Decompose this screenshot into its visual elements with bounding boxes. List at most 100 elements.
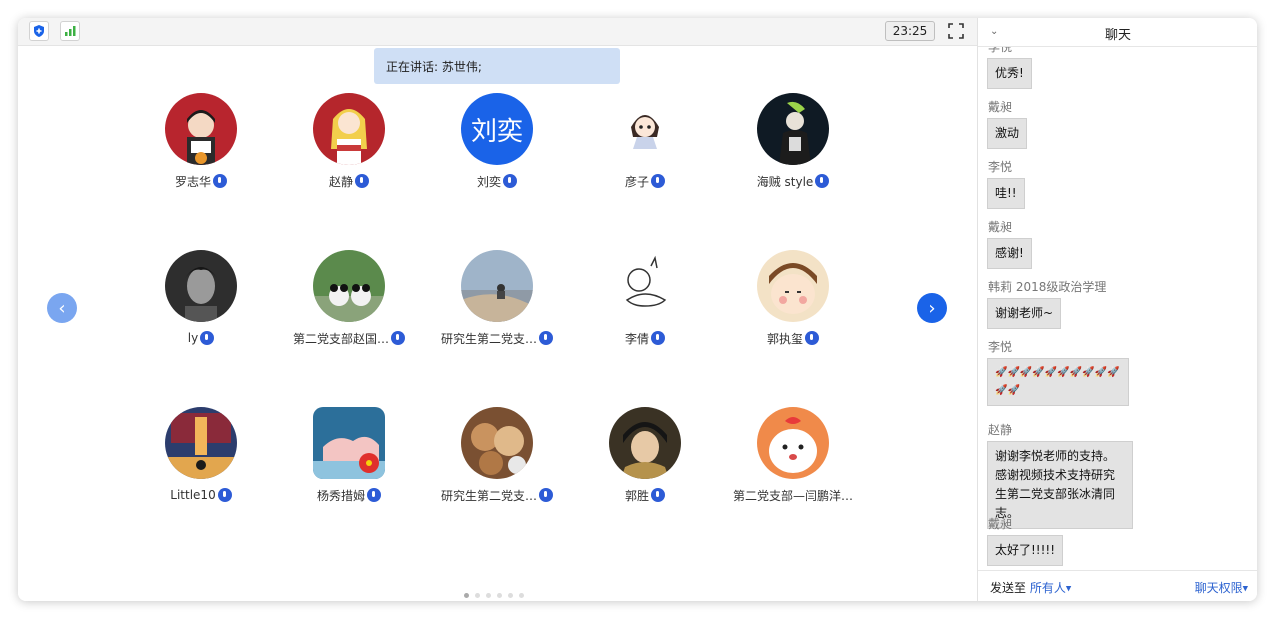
send-to-label: 发送至	[990, 581, 1027, 595]
chat-message: 戴昶 感谢!	[978, 218, 1032, 269]
page-dot[interactable]	[519, 593, 524, 598]
chat-message: 戴昶 太好了!!!!!	[978, 515, 1064, 566]
caret-down-icon: ▼	[1242, 584, 1248, 593]
participant-tile[interactable]: 杨秀措姆	[274, 407, 424, 503]
participant-tile[interactable]: 李倩	[570, 250, 720, 346]
page-dot[interactable]	[486, 593, 491, 598]
microphone-icon	[539, 488, 553, 502]
caret-down-icon: ▼	[1065, 584, 1072, 593]
microphone-icon	[367, 488, 381, 502]
participant-tile[interactable]: 郭胜	[570, 407, 720, 503]
participant-tile[interactable]: Little10	[126, 407, 276, 503]
participant-name: 研究生第二党支…	[440, 331, 537, 346]
chat-message: 李悦 优秀!	[978, 47, 1032, 89]
active-speaker-banner: 正在讲话: 苏世伟;	[374, 48, 620, 84]
participant-name: 第二党支部—闫鹏洋…	[732, 488, 853, 503]
microphone-icon	[651, 488, 665, 502]
message-sender: 李悦	[988, 340, 1013, 354]
message-bubble: 太好了!!!!!	[987, 535, 1064, 566]
chat-footer: 发送至 所有人▼ 聊天权限▼	[978, 570, 1257, 601]
chevron-right-icon: ›	[928, 297, 936, 319]
avatar	[461, 250, 533, 322]
avatar	[461, 407, 533, 479]
chat-panel: ⌄ 聊天 李悦 优秀! 戴昶 激动 李悦 哇!! 戴昶 感谢! 韩莉 2018级…	[977, 18, 1257, 601]
page-dot[interactable]	[475, 593, 480, 598]
avatar: 刘奕	[461, 93, 533, 165]
participant-tile[interactable]: 罗志华	[126, 93, 276, 189]
send-to-selector[interactable]: 发送至 所有人▼	[990, 579, 1071, 596]
message-sender: 韩莉 2018级政治学理	[988, 280, 1107, 294]
participant-tile[interactable]: 海贼 style	[718, 93, 868, 189]
chat-message: 戴昶 激动	[978, 98, 1028, 149]
chat-permission-label: 聊天权限	[1194, 581, 1243, 595]
top-toolbar: 23:25	[18, 18, 977, 46]
chat-message: 赵静 谢谢李悦老师的支持。感谢视频技术支持研究生第二党支部张冰清同志。	[978, 421, 1133, 529]
page-dot[interactable]	[497, 593, 502, 598]
avatar	[313, 407, 385, 479]
participant-name: 刘奕	[476, 174, 501, 189]
participant-name: 杨秀措姆	[316, 488, 365, 503]
chat-message: 李悦 🚀🚀🚀🚀🚀🚀🚀🚀🚀🚀🚀🚀	[978, 338, 1129, 406]
message-sender: 李悦	[988, 160, 1013, 174]
chat-permission-menu[interactable]: 聊天权限▼	[1195, 579, 1248, 596]
message-bubble: 🚀🚀🚀🚀🚀🚀🚀🚀🚀🚀🚀🚀	[987, 358, 1129, 406]
send-to-dropdown[interactable]: 所有人	[1030, 581, 1066, 595]
avatar	[165, 250, 237, 322]
participant-tile[interactable]: 第二党支部—闫鹏洋…	[718, 407, 868, 503]
participant-name: 罗志华	[174, 174, 211, 189]
participant-name: 研究生第二党支…	[440, 488, 537, 503]
chevron-left-icon: ‹	[58, 297, 66, 319]
message-bubble: 感谢!	[987, 238, 1032, 269]
participant-tile[interactable]: 研究生第二党支…	[422, 407, 572, 503]
message-sender: 李悦	[988, 47, 1013, 54]
avatar	[757, 93, 829, 165]
avatar-initials: 刘奕	[470, 116, 523, 147]
participant-name: Little10	[170, 488, 216, 502]
signal-bars-icon[interactable]	[60, 21, 80, 41]
participant-name: 赵静	[328, 174, 353, 189]
meeting-window: 23:25 正在讲话: 苏世伟; 罗志华 赵静 刘奕 刘奕 彦子 海贼 styl…	[18, 18, 1257, 601]
avatar	[609, 407, 681, 479]
participant-name: 李倩	[624, 331, 649, 346]
microphone-icon	[200, 331, 215, 345]
microphone-icon	[213, 174, 227, 188]
participant-tile[interactable]: 研究生第二党支…	[422, 250, 572, 346]
participant-tile[interactable]: 赵静	[274, 93, 424, 189]
page-dot[interactable]	[464, 593, 469, 598]
chat-messages[interactable]: 李悦 优秀! 戴昶 激动 李悦 哇!! 戴昶 感谢! 韩莉 2018级政治学理 …	[978, 47, 1257, 570]
microphone-icon	[391, 331, 405, 345]
avatar	[165, 407, 237, 479]
video-gallery: 23:25 正在讲话: 苏世伟; 罗志华 赵静 刘奕 刘奕 彦子 海贼 styl…	[18, 18, 977, 601]
message-bubble: 优秀!	[987, 58, 1032, 89]
participant-name: 海贼 style	[756, 174, 814, 189]
participant-tile[interactable]: 刘奕 刘奕	[422, 93, 572, 189]
message-sender: 赵静	[988, 423, 1013, 437]
participant-tile[interactable]: 彦子	[570, 93, 720, 189]
fullscreen-icon[interactable]	[947, 22, 965, 40]
message-bubble: 哇!!	[987, 178, 1025, 209]
avatar	[313, 93, 385, 165]
prev-page-button[interactable]: ‹	[47, 293, 77, 323]
message-sender: 戴昶	[988, 100, 1013, 114]
avatar	[757, 250, 829, 322]
microphone-icon	[503, 174, 517, 188]
shield-icon[interactable]	[29, 21, 49, 41]
page-indicator	[464, 593, 524, 598]
avatar	[757, 407, 829, 479]
participant-name: 郭胜	[624, 488, 649, 503]
microphone-icon	[651, 174, 665, 188]
page-dot[interactable]	[508, 593, 513, 598]
avatar	[609, 250, 681, 322]
microphone-icon	[217, 488, 232, 502]
chat-title: 聊天	[1104, 28, 1131, 43]
microphone-icon	[815, 174, 830, 188]
next-page-button[interactable]: ›	[917, 293, 947, 323]
chat-message: 韩莉 2018级政治学理 谢谢老师~	[978, 278, 1106, 329]
participant-tile[interactable]: 第二党支部赵国…	[274, 250, 424, 346]
message-sender: 戴昶	[988, 220, 1013, 234]
participant-tile[interactable]: ly	[126, 250, 276, 346]
message-bubble: 谢谢老师~	[987, 298, 1062, 329]
microphone-icon	[355, 174, 369, 188]
participant-tile[interactable]: 郭执玺	[718, 250, 868, 346]
message-sender: 戴昶	[988, 517, 1013, 531]
